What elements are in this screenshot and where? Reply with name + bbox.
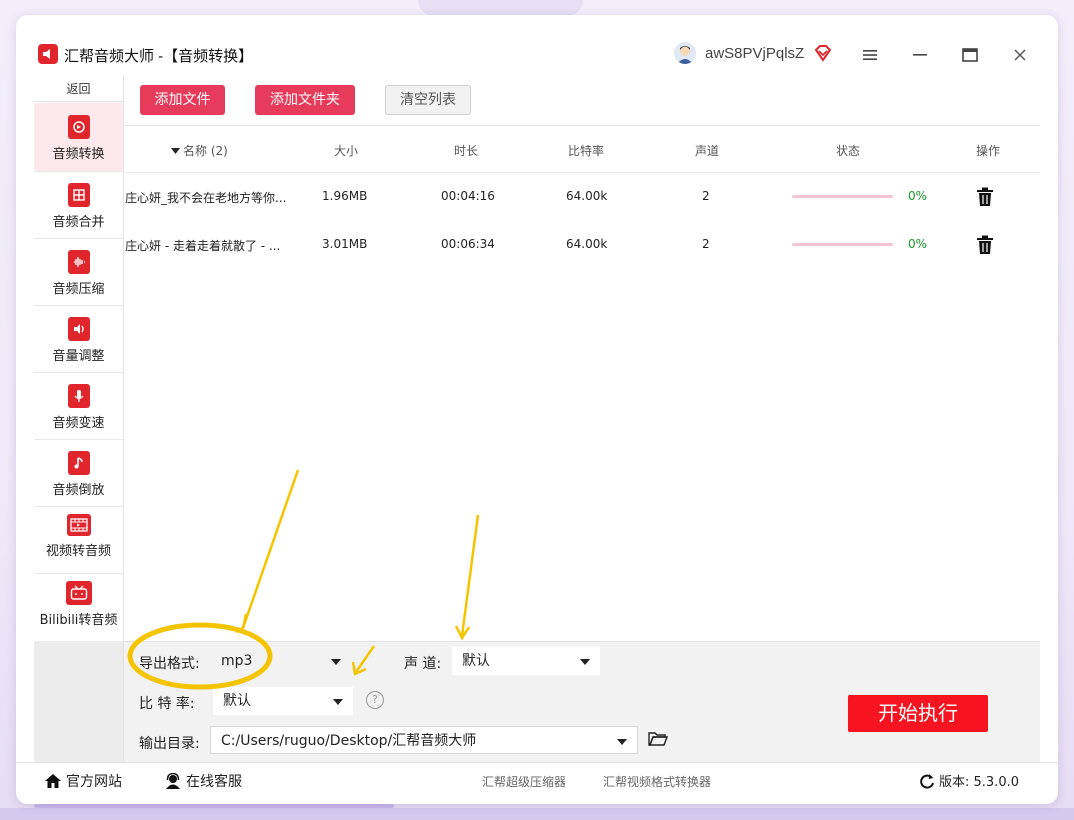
- file-name: 庄心妍_我不会在老地方等你...: [125, 191, 287, 205]
- sidebar-item-label: 音频转换: [52, 147, 105, 162]
- sidebar-item-volume[interactable]: 音量调整: [34, 305, 123, 373]
- column-header-action: 操作: [976, 144, 1001, 158]
- app-window: 汇帮音频大师 -【音频转换】 awS8PVjPqlsZ 返回 音频转换 音频合并…: [16, 15, 1058, 804]
- channel-select[interactable]: 默认: [452, 647, 600, 675]
- sidebar-item-speed[interactable]: 音频变速: [34, 372, 123, 440]
- website-link[interactable]: 官方网站: [44, 771, 122, 791]
- file-duration: 00:06:34: [441, 237, 495, 251]
- chevron-down-icon: [617, 739, 627, 745]
- column-header-name[interactable]: 名称 (2): [171, 142, 228, 159]
- sidebar-item-reverse[interactable]: 音频倒放: [34, 439, 123, 507]
- folder-open-icon[interactable]: [648, 731, 669, 747]
- channel-label: 声 道:: [404, 656, 442, 672]
- file-duration: 00:04:16: [441, 189, 495, 203]
- vip-diamond-icon[interactable]: [813, 43, 833, 63]
- progress-bar: [792, 243, 893, 246]
- file-channels: 2: [702, 189, 710, 203]
- app-logo-icon: [38, 44, 58, 64]
- support-link[interactable]: 在线客服: [164, 771, 242, 791]
- file-channels: 2: [702, 237, 710, 251]
- background-bar: [34, 804, 394, 808]
- file-bitrate: 64.00k: [566, 189, 608, 203]
- output-dir-select[interactable]: C:/Users/ruguo/Desktop/汇帮音频大师: [210, 726, 638, 754]
- compressor-link[interactable]: 汇帮超级压缩器: [482, 773, 566, 790]
- sidebar-item-label: Bilibili转音频: [39, 613, 118, 628]
- sort-desc-icon: [171, 147, 180, 154]
- column-header-duration: 时长: [454, 144, 479, 158]
- refresh-icon: [920, 773, 934, 789]
- user-avatar[interactable]: [674, 42, 696, 64]
- title-bar: 汇帮音频大师 -【音频转换】 awS8PVjPqlsZ: [16, 15, 1058, 75]
- app-title: 汇帮音频大师 -【音频转换】: [64, 48, 254, 65]
- minimize-icon[interactable]: [910, 45, 930, 65]
- sidebar-item-label: 音频压缩: [52, 282, 105, 297]
- format-label: 导出格式:: [139, 656, 200, 672]
- format-select[interactable]: mp3: [211, 647, 351, 675]
- trash-icon[interactable]: [976, 235, 994, 255]
- back-button[interactable]: 返回: [34, 77, 123, 102]
- file-size: 3.01MB: [322, 237, 368, 251]
- audio-merge-icon: [67, 183, 90, 207]
- add-file-button[interactable]: 添加文件: [140, 85, 225, 115]
- help-icon[interactable]: ?: [366, 691, 384, 709]
- audio-compress-icon: [67, 250, 90, 274]
- clear-list-button[interactable]: 清空列表: [385, 85, 471, 115]
- volume-icon: [67, 317, 90, 341]
- sidebar-item-label: 音量调整: [52, 349, 105, 364]
- background-bottom: [0, 808, 1074, 820]
- sidebar-footer-area: [34, 641, 123, 762]
- sidebar-item-audio-convert[interactable]: 音频转换: [34, 103, 123, 172]
- chevron-down-icon: [331, 659, 341, 665]
- home-icon: [45, 774, 61, 788]
- sidebar-item-audio-compress[interactable]: 音频压缩: [34, 238, 123, 306]
- output-dir-label: 输出目录:: [139, 736, 200, 752]
- progress-bar: [792, 195, 893, 198]
- column-header-size: 大小: [334, 144, 359, 158]
- microphone-icon: [67, 384, 90, 408]
- column-header-status: 状态: [836, 144, 861, 158]
- film-icon: [66, 514, 91, 536]
- background-decoration: [418, 0, 583, 16]
- close-icon[interactable]: [1010, 45, 1030, 65]
- chevron-down-icon: [333, 699, 343, 705]
- username[interactable]: awS8PVjPqlsZ: [705, 45, 804, 62]
- sidebar-item-audio-merge[interactable]: 音频合并: [34, 171, 123, 239]
- table-row[interactable]: 庄心妍_我不会在老地方等你... 1.96MB 00:04:16 64.00k …: [124, 173, 1040, 221]
- table-row[interactable]: 庄心妍 - 走着走着就散了 - ... 3.01MB 00:06:34 64.0…: [124, 221, 1040, 269]
- bitrate-select[interactable]: 默认: [213, 687, 353, 715]
- add-folder-button[interactable]: 添加文件夹: [255, 85, 355, 115]
- version-info[interactable]: 版本: 5.3.0.0: [919, 771, 1019, 790]
- audio-convert-icon: [67, 115, 90, 139]
- sidebar: 返回 音频转换 音频合并 音频压缩 音量调整 音频变速 音频倒放 视频转音频 B…: [34, 75, 124, 762]
- bitrate-label: 比 特 率:: [139, 696, 195, 712]
- chevron-down-icon: [580, 659, 590, 665]
- headset-icon: [166, 773, 180, 789]
- sidebar-item-label: 音频合并: [52, 215, 105, 230]
- sidebar-item-label: 音频变速: [52, 416, 105, 431]
- sidebar-item-bilibili[interactable]: Bilibili转音频: [34, 573, 123, 641]
- sidebar-item-label: 视频转音频: [45, 544, 111, 559]
- trash-icon[interactable]: [976, 187, 994, 207]
- start-button[interactable]: 开始执行: [848, 695, 988, 732]
- file-size: 1.96MB: [322, 189, 368, 203]
- progress-percent: 0%: [908, 237, 928, 251]
- music-note-icon: [67, 451, 90, 475]
- toolbar: 添加文件 添加文件夹 清空列表: [124, 75, 1040, 126]
- sidebar-item-label: 音频倒放: [52, 483, 105, 498]
- table-header: 名称 (2) 大小 时长 比特率 声道 状态 操作: [124, 126, 1040, 173]
- column-header-channels: 声道: [695, 144, 720, 158]
- tv-icon: [65, 581, 92, 605]
- sidebar-item-video-to-audio[interactable]: 视频转音频: [34, 506, 123, 574]
- file-bitrate: 64.00k: [566, 237, 608, 251]
- menu-icon[interactable]: [860, 45, 880, 65]
- progress-percent: 0%: [908, 189, 928, 203]
- column-header-bitrate: 比特率: [568, 144, 605, 158]
- status-bar: 官方网站 在线客服 汇帮超级压缩器 汇帮视频格式转换器 版本: 5.3.0.0: [16, 762, 1058, 804]
- main-content: 添加文件 添加文件夹 清空列表 名称 (2) 大小 时长 比特率 声道 状态 操…: [124, 75, 1040, 763]
- file-name: 庄心妍 - 走着走着就散了 - ...: [125, 239, 281, 253]
- maximize-icon[interactable]: [960, 45, 980, 65]
- video-converter-link[interactable]: 汇帮视频格式转换器: [603, 773, 711, 790]
